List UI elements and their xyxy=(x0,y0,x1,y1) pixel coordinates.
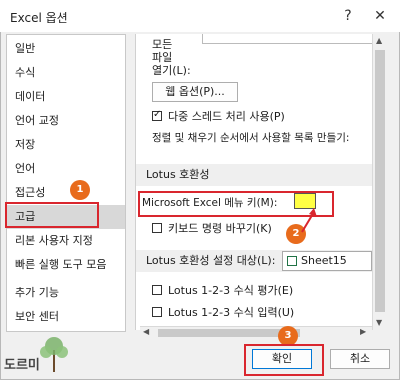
sheet-select-value: Sheet15 xyxy=(301,254,347,267)
help-button[interactable]: ? xyxy=(338,6,358,26)
sidebar-item-trust-center[interactable]: 보안 센터 xyxy=(7,305,125,329)
scroll-left-icon[interactable]: ◀ xyxy=(143,327,149,336)
scroll-down-icon[interactable]: ▼ xyxy=(376,318,382,327)
lotus-formula-entry-checkbox[interactable] xyxy=(152,307,162,317)
advanced-options-panel: 모든 파일 열기(L): 웹 옵션(P)... ✓ 다중 스레드 처리 사용(P… xyxy=(135,34,372,330)
sidebar-item-general[interactable]: 일반 xyxy=(7,37,125,61)
web-options-button[interactable]: 웹 옵션(P)... xyxy=(152,82,238,102)
sheet-icon xyxy=(287,256,297,266)
checkmark-icon: ✓ xyxy=(153,109,162,120)
sort-list-label: 정렬 및 채우기 순서에서 사용할 목록 만들기: xyxy=(152,132,350,144)
multi-thread-checkbox[interactable]: ✓ xyxy=(152,109,162,121)
sidebar-item-save[interactable]: 저장 xyxy=(7,133,125,157)
sidebar-item-customize-ribbon[interactable]: 리본 사용자 지정 xyxy=(7,229,125,253)
watermark-text: 도르미 xyxy=(4,358,40,373)
sidebar-item-quick-access-toolbar[interactable]: 빠른 실행 도구 모음 xyxy=(7,253,125,277)
lotus-formula-entry-label: Lotus 1-2-3 수식 입력(U) xyxy=(168,306,295,319)
open-files-box xyxy=(202,34,372,44)
window-title: Excel 옵션 xyxy=(10,11,68,25)
lotus-compat-header: Lotus 호환성 xyxy=(136,164,372,186)
sidebar: 일반 수식 데이터 언어 교정 저장 언어 접근성 고급 리본 사용자 지정 빠… xyxy=(6,34,126,332)
advanced-highlight-box xyxy=(5,202,99,228)
multi-thread-label: 다중 스레드 처리 사용(P) xyxy=(168,110,285,123)
sidebar-item-formulas[interactable]: 수식 xyxy=(7,61,125,85)
scroll-right-icon[interactable]: ▶ xyxy=(360,327,366,336)
step-3-badge: 3 xyxy=(278,326,298,346)
scroll-up-icon[interactable]: ▲ xyxy=(376,36,382,45)
sheet-select[interactable]: Sheet15 xyxy=(282,251,372,271)
step-1-badge: 1 xyxy=(70,180,90,200)
ok-button[interactable]: 확인 xyxy=(252,349,312,369)
open-files-label: 모든 파일 열기(L): xyxy=(152,38,191,77)
sidebar-item-language[interactable]: 언어 xyxy=(7,157,125,181)
keyboard-nav-checkbox[interactable] xyxy=(152,223,162,233)
sidebar-item-data[interactable]: 데이터 xyxy=(7,85,125,109)
sidebar-item-add-ins[interactable]: 추가 기능 xyxy=(7,281,125,305)
sidebar-item-proofing[interactable]: 언어 교정 xyxy=(7,109,125,133)
lotus-formula-eval-label: Lotus 1-2-3 수식 평가(E) xyxy=(168,284,294,297)
lotus-formula-eval-checkbox[interactable] xyxy=(152,285,162,295)
cancel-button[interactable]: 취소 xyxy=(330,349,390,369)
pointer-arrow-icon xyxy=(301,208,317,233)
close-button[interactable]: ✕ xyxy=(370,6,390,26)
vertical-scroll-thumb[interactable] xyxy=(375,50,385,312)
keyboard-nav-label: 키보드 명령 바꾸기(K) xyxy=(168,222,272,235)
